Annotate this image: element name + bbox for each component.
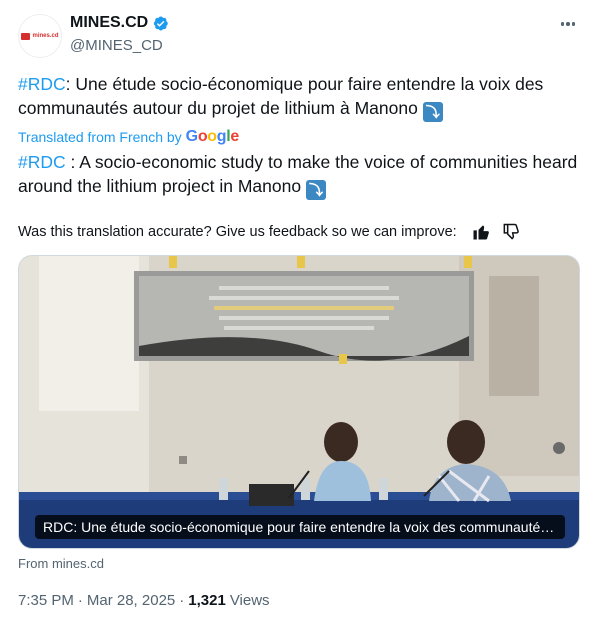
media-caption: RDC: Une étude socio-économique pour fai… <box>35 515 565 539</box>
tweet-header: mines.cd MINES.CD @MINES_CD <box>18 10 584 60</box>
google-logo: Google <box>185 128 240 145</box>
thumbs-up-icon[interactable] <box>471 222 491 242</box>
conference-photo <box>19 256 579 548</box>
avatar[interactable]: mines.cd <box>18 14 62 58</box>
display-name[interactable]: MINES.CD <box>70 14 148 32</box>
tweet-date[interactable]: Mar 28, 2025 <box>87 592 175 609</box>
translated-by-label[interactable]: Translated from French by Google <box>18 128 239 146</box>
feedback-question: Was this translation accurate? Give us f… <box>18 224 457 240</box>
translated-prefix: Translated from French by <box>18 129 182 145</box>
mines-cd-logo: mines.cd <box>21 32 59 40</box>
views-label: Views <box>229 592 270 609</box>
meta-separator: · <box>179 592 185 609</box>
translation-feedback: Was this translation accurate? Give us f… <box>18 222 584 242</box>
link-source[interactable]: From mines.cd <box>18 556 104 571</box>
meta-separator: · <box>77 592 83 609</box>
translated-text: #RDC : A socio-economic study to make th… <box>18 150 584 200</box>
arrow-down-emoji-icon: ⤵ <box>422 102 443 122</box>
translated-hashtag-link[interactable]: #RDC <box>18 152 66 172</box>
tweet-text: #RDC: Une étude socio-économique pour fa… <box>18 72 584 122</box>
arrow-down-emoji-icon: ⤵ <box>305 180 326 200</box>
more-options-icon[interactable] <box>556 14 580 34</box>
tweet-time[interactable]: 7:35 PM <box>18 592 74 609</box>
tweet-body: : Une étude socio-économique pour faire … <box>18 74 544 118</box>
views-count: 1,321 <box>188 592 226 609</box>
article-card-image[interactable]: RDC: Une étude socio-économique pour fai… <box>18 255 580 549</box>
verified-badge-icon <box>154 16 168 30</box>
hashtag-link[interactable]: #RDC <box>18 74 66 94</box>
name-row: MINES.CD <box>70 14 169 32</box>
tweet-meta: 7:35 PM · Mar 28, 2025 · 1,321 Views <box>18 592 270 609</box>
avatar-logo-text: mines.cd <box>32 33 59 39</box>
handle[interactable]: @MINES_CD <box>70 37 163 54</box>
thumbs-down-icon[interactable] <box>501 222 521 242</box>
translated-body: : A socio-economic study to make the voi… <box>18 152 578 196</box>
